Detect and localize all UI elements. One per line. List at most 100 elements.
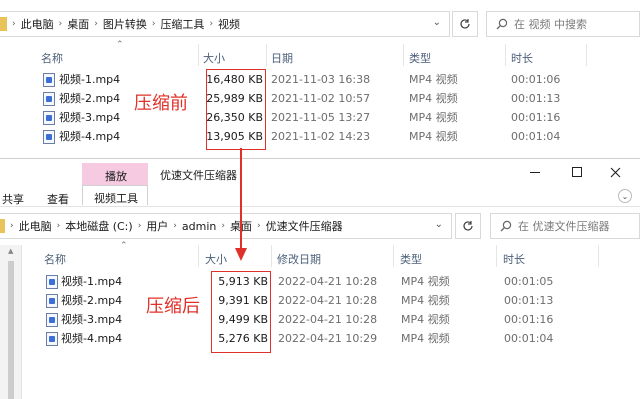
bottom-explorer-window: 播放 优速文件压缩器 共享 查看 视频工具 ⌄ › 此电脑 › 本地磁盘 (C:) ›… [0,158,640,399]
column-header-size[interactable]: 大小 [203,50,225,66]
file-date: 2021-11-03 16:38 [271,73,371,86]
sort-up-icon: ⌃ [120,241,128,251]
address-bar[interactable]: › 此电脑›本地磁盘 (C:)›用户›admin›桌面›优速文件压缩器 ⌄ [0,213,452,239]
maximize-button[interactable] [566,163,588,181]
breadcrumb-item[interactable]: 优速文件压缩器 [266,218,343,234]
chevron-right-icon[interactable]: › [221,221,225,231]
maximize-icon [572,167,582,177]
ribbon-divider [0,206,640,207]
column-divider[interactable] [198,245,199,267]
close-button[interactable] [604,163,626,181]
file-date: 2021-11-02 10:57 [271,92,371,105]
search-icon [496,18,508,30]
breadcrumb-item[interactable]: 桌面 [67,16,89,32]
column-header-size[interactable]: 大小 [205,251,227,267]
minimize-button[interactable] [524,163,546,181]
chevron-right-icon[interactable]: › [57,221,61,231]
refresh-button[interactable] [452,11,478,37]
column-divider[interactable] [403,44,404,66]
file-row[interactable]: 视频-4.mp4 5,276 KB 2022-04-21 10:29 MP4 视频 00… [46,330,586,348]
breadcrumb-item[interactable]: 用户 [146,218,168,234]
close-icon [610,167,620,177]
file-row[interactable]: 视频-2.mp4 9,391 KB 2022-04-21 10:28 MP4 视频 00… [46,292,586,310]
column-divider[interactable] [586,44,587,66]
navigation-pane-scrollbar[interactable]: ▲ [0,245,22,399]
scrollbar-thumb[interactable] [8,261,14,399]
file-row[interactable]: 视频-1.mp4 5,913 KB 2022-04-21 10:28 MP4 视频 00… [46,273,586,291]
file-row[interactable]: 视频-1.mp4 16,480 KB 2021-11-03 16:38 MP4 视频 0… [43,71,583,89]
column-divider[interactable] [271,245,272,267]
column-divider[interactable] [496,245,497,267]
top-explorer-window: › 此电脑 › 桌面 › 图片转换 › 压缩工具 › 视频 ⌄ 在 视频 中搜索 ⌃ 名称 大小… [0,0,640,158]
file-row[interactable]: 视频-3.mp4 9,499 KB 2022-04-21 10:28 MP4 视频 00… [46,311,586,329]
breadcrumb-item[interactable]: 压缩工具 [160,16,204,32]
address-bar[interactable]: › 此电脑 › 桌面 › 图片转换 › 压缩工具 › 视频 ⌄ [0,11,450,37]
file-name: 视频-4.mp4 [59,130,121,143]
file-name: 视频-3.mp4 [59,111,121,124]
file-date: 2021-11-05 13:27 [271,111,371,124]
file-date: 2022-04-21 10:28 [278,275,378,288]
tab-play[interactable]: 播放 [105,168,127,184]
breadcrumb-item[interactable]: admin [182,220,216,233]
breadcrumb-item[interactable]: 图片转换 [103,16,147,32]
column-header-type[interactable]: 类型 [400,251,422,267]
file-type: MP4 视频 [401,313,450,326]
breadcrumb-item[interactable]: 此电脑 [19,218,52,234]
chevron-right-icon[interactable]: › [257,221,261,231]
file-name: 视频-1.mp4 [59,73,121,86]
search-box[interactable]: 在 优速文件压缩器 [490,213,640,239]
sort-up-icon: ⌃ [116,40,124,50]
file-row[interactable]: 视频-3.mp4 26,350 KB 2021-11-05 13:27 MP4 视频 0… [43,109,583,127]
file-date: 2022-04-21 10:28 [278,313,378,326]
chevron-down-icon[interactable]: ⌄ [435,219,443,230]
window-title: 优速文件压缩器 [160,169,237,182]
file-row[interactable]: 视频-2.mp4 25,989 KB 2021-11-02 10:57 MP4 视频 0… [43,90,583,108]
column-header-type[interactable]: 类型 [409,50,431,66]
folder-icon [0,219,5,233]
file-duration: 00:01:04 [504,332,554,345]
file-duration: 00:01:16 [504,313,554,326]
video-file-icon [43,92,55,106]
tab-view[interactable]: 查看 [47,191,69,207]
search-box[interactable]: 在 视频 中搜索 [486,11,640,37]
chevron-down-icon[interactable]: ⌄ [618,189,632,203]
file-duration: 00:01:13 [504,294,554,307]
column-divider[interactable] [505,44,506,66]
context-group-label: 视频工具 [94,192,138,205]
chevron-right-icon[interactable]: › [173,221,177,231]
column-divider[interactable] [198,44,199,66]
file-row[interactable]: 视频-4.mp4 13,905 KB 2021-11-02 14:23 MP4 视频 0… [43,128,583,146]
search-placeholder: 在 优速文件压缩器 [518,220,610,233]
column-header-name[interactable]: 名称 [41,50,63,66]
file-type: MP4 视频 [401,332,450,345]
breadcrumb-item[interactable]: 本地磁盘 (C:) [65,218,132,234]
chevron-right-icon[interactable]: › [59,19,63,29]
breadcrumb: 此电脑 › 桌面 › 图片转换 › 压缩工具 › 视频 [21,12,240,36]
column-header-name[interactable]: 名称 [44,251,66,267]
file-date: 2021-11-02 14:23 [271,130,371,143]
annotation-after: 压缩后 [146,296,200,317]
column-header-date[interactable]: 日期 [271,50,293,66]
chevron-right-icon[interactable]: › [209,19,213,29]
file-type: MP4 视频 [401,294,450,307]
minimize-icon [530,171,540,173]
chevron-right-icon[interactable]: › [138,221,142,231]
breadcrumb-item[interactable]: 视频 [218,16,240,32]
column-divider[interactable] [393,245,394,267]
tab-share[interactable]: 共享 [2,191,24,207]
column-divider[interactable] [598,245,599,267]
column-header-date[interactable]: 修改日期 [277,251,321,267]
breadcrumb: 此电脑›本地磁盘 (C:)›用户›admin›桌面›优速文件压缩器 [19,214,343,238]
column-header-duration[interactable]: 时长 [511,50,533,66]
scroll-up-arrow-icon[interactable]: ▲ [8,247,13,255]
column-header-duration[interactable]: 时长 [503,251,525,267]
file-duration: 00:01:06 [511,73,561,86]
file-type: MP4 视频 [409,92,458,105]
chevron-right-icon[interactable]: › [152,19,156,29]
chevron-right-icon[interactable]: › [94,19,98,29]
breadcrumb-item[interactable]: 此电脑 [21,16,54,32]
refresh-button[interactable] [455,213,481,239]
column-divider[interactable] [266,44,267,66]
chevron-down-icon[interactable]: ⌄ [433,17,441,28]
annotation-before: 压缩前 [134,93,188,114]
